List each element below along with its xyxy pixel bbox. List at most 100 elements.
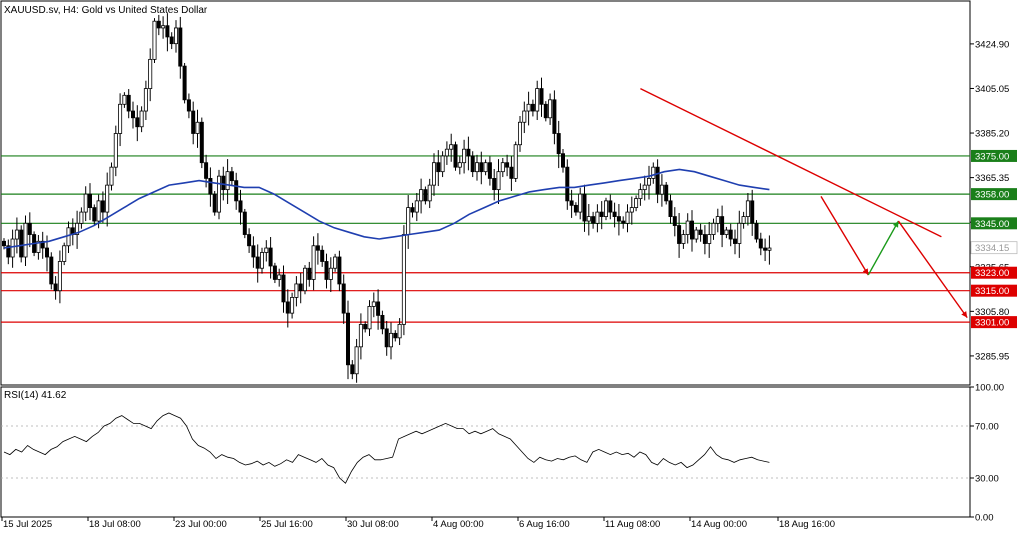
bear-candle xyxy=(2,240,7,247)
bull-candle xyxy=(535,88,540,112)
bear-candle xyxy=(423,189,428,202)
bear-candle xyxy=(384,328,389,348)
bull-candle xyxy=(625,211,630,224)
bear-candle xyxy=(410,207,415,213)
bear-candle xyxy=(182,65,187,101)
bull-candle xyxy=(462,148,467,164)
bull-candle xyxy=(259,252,264,269)
bear-candle xyxy=(582,193,587,222)
bear-candle xyxy=(573,204,578,213)
bear-candle xyxy=(492,178,497,191)
bull-candle xyxy=(496,171,501,191)
bull-candle xyxy=(173,27,178,45)
level-tag-label: 3315.00 xyxy=(975,286,1009,297)
bear-candle xyxy=(100,200,105,213)
y-tick-label: 3285.95 xyxy=(975,351,1009,362)
bear-candle xyxy=(690,220,695,240)
x-tick-label: 11 Aug 08:00 xyxy=(605,519,660,530)
level-tag-label: 3358.00 xyxy=(975,190,1009,201)
bear-candle xyxy=(238,200,243,213)
bull-candle xyxy=(109,166,114,186)
bull-candle xyxy=(578,193,583,213)
bear-candle xyxy=(470,155,475,173)
x-tick-label: 25 Jul 16:00 xyxy=(261,519,313,530)
bull-candle xyxy=(449,144,454,150)
bear-candle xyxy=(608,200,613,213)
bear-candle xyxy=(165,25,170,38)
bear-candle xyxy=(530,103,535,112)
bear-candle xyxy=(130,110,135,119)
bear-candle xyxy=(255,256,260,269)
bull-candle xyxy=(707,234,712,244)
y-tick-label: 3405.05 xyxy=(975,84,1009,95)
bull-candle xyxy=(406,207,411,235)
bear-candle xyxy=(466,148,471,157)
bear-candle xyxy=(376,301,381,316)
bear-candle xyxy=(272,265,277,280)
bull-candle xyxy=(634,198,639,208)
bear-candle xyxy=(664,184,669,202)
bear-candle xyxy=(453,144,458,168)
bear-candle xyxy=(565,166,570,202)
bear-candle xyxy=(307,267,312,280)
bull-candle xyxy=(333,256,338,269)
bear-candle xyxy=(754,222,759,240)
price-chart[interactable]: 3424.903405.053385.203365.353345.503325.… xyxy=(0,0,1024,533)
bear-candle xyxy=(612,211,617,217)
bull-candle xyxy=(419,189,424,202)
bull-candle xyxy=(586,216,591,222)
x-tick-label: 30 Jul 08:00 xyxy=(347,519,399,530)
bear-candle xyxy=(720,216,725,235)
bull-candle xyxy=(302,267,307,292)
bear-candle xyxy=(341,283,346,314)
bear-candle xyxy=(363,323,368,330)
bull-candle xyxy=(57,261,62,292)
bear-candle xyxy=(251,245,256,258)
bull-candle xyxy=(62,245,67,262)
bull-candle xyxy=(23,222,28,258)
rsi-tick-label: 0.00 xyxy=(975,513,994,524)
bear-candle xyxy=(733,238,738,244)
bull-candle xyxy=(745,200,750,217)
bull-candle xyxy=(264,247,269,253)
bear-candle xyxy=(350,364,355,375)
bull-candle xyxy=(711,222,716,235)
bull-candle xyxy=(225,171,230,191)
bear-candle xyxy=(569,200,574,206)
bull-candle xyxy=(311,245,316,280)
bear-candle xyxy=(672,216,677,226)
bull-candle xyxy=(513,144,518,179)
bull-candle xyxy=(96,200,101,222)
bull-candle xyxy=(290,297,295,314)
bear-candle xyxy=(242,211,247,235)
bear-candle xyxy=(178,27,183,67)
chart-background xyxy=(0,0,1024,533)
bull-candle xyxy=(548,99,553,119)
bull-candle xyxy=(741,216,746,224)
bull-candle xyxy=(444,148,449,157)
bear-candle xyxy=(728,229,733,240)
level-tag-label: 3375.00 xyxy=(975,151,1009,162)
bear-candle xyxy=(616,216,621,222)
bear-candle xyxy=(561,153,566,168)
rsi-tick-label: 100.00 xyxy=(975,383,1004,394)
bear-candle xyxy=(591,216,596,224)
rsi-tick-label: 70.00 xyxy=(975,422,999,433)
bull-candle xyxy=(642,184,647,191)
bull-candle xyxy=(216,175,221,213)
bull-candle xyxy=(113,133,118,168)
bull-candle xyxy=(737,222,742,244)
bull-candle xyxy=(367,306,372,330)
rsi-tick-label: 30.00 xyxy=(975,474,999,485)
bull-candle xyxy=(659,184,664,195)
bull-candle xyxy=(354,346,359,375)
bear-candle xyxy=(268,247,273,267)
x-tick-label: 4 Aug 00:00 xyxy=(433,519,484,530)
bear-candle xyxy=(479,162,484,173)
x-tick-label: 14 Aug 00:00 xyxy=(691,519,747,530)
x-tick-label: 15 Jul 2025 xyxy=(3,519,52,530)
bear-candle xyxy=(186,99,191,112)
bull-candle xyxy=(522,110,527,123)
bear-candle xyxy=(204,162,209,179)
bear-candle xyxy=(436,162,441,173)
